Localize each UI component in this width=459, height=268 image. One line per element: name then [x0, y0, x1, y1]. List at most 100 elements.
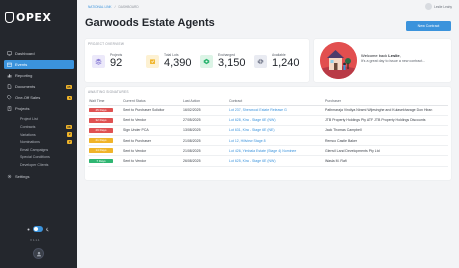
column-header[interactable]: Contract — [228, 98, 324, 106]
welcome-title: Welcome back Leslie, — [361, 53, 401, 58]
wait-cell: 7 Days — [88, 155, 122, 167]
stat-value: 3,150 — [218, 57, 246, 69]
table-row[interactable]: 45 Days Sent to Purchaser Solicitor 16/0… — [88, 105, 448, 116]
gear-icon — [7, 174, 12, 179]
user-avatar-small — [425, 3, 433, 10]
sidebar-item-documents[interactable]: Documents 35 — [4, 82, 74, 91]
card-label: AWAITING SIGNATURES — [88, 90, 129, 94]
sidebar-item-one-off-sales[interactable]: One-Off Sales 5 — [4, 93, 74, 102]
sidebar-subitem-project-list[interactable]: Project List — [4, 116, 74, 124]
sidebar-subitem-label: Special Conditions — [20, 155, 50, 160]
status-cell: Sent to Vendor — [122, 155, 182, 167]
sidebar-subitem-developer-clients[interactable]: Developer Clients — [4, 161, 74, 169]
column-header[interactable]: Wait Time — [88, 98, 122, 106]
contract-link[interactable]: Lot 237, Sherwood Estate Release G — [228, 105, 324, 116]
contract-link[interactable]: Lot 12, Hillview Stage 8 — [228, 135, 324, 147]
stat-value: 4,390 — [164, 57, 192, 69]
sidebar-item-events[interactable]: Events — [4, 60, 74, 70]
wait-time-badge: 14 Days — [89, 148, 113, 154]
sidebar-subitem-variations[interactable]: Variations 2 — [4, 131, 74, 139]
contract-link[interactable]: Lot 628, Kira - Stage 6E (NW) — [228, 115, 324, 126]
sidebar-item-label: Settings — [15, 173, 30, 179]
wait-cell: 45 Days — [88, 105, 122, 116]
contract-link[interactable]: Lot 625, Kira - Stage 6E (NW) — [228, 155, 324, 167]
wait-cell: 29 Days — [88, 125, 122, 137]
sidebar-subitem-email-campaigns[interactable]: Email Campaigns — [4, 146, 74, 154]
purchaser-cell: Glenvil Land Developments Pty Ltd — [324, 145, 448, 157]
breadcrumb-current: DASHBOARD — [118, 5, 139, 9]
last-action-cell: 26/08/2025 — [182, 155, 228, 167]
sidebar-item-label: Dashboard — [15, 51, 35, 56]
purchaser-cell: Jack Thomas Campbell — [324, 125, 448, 137]
last-action-cell: 27/05/2025 — [182, 115, 228, 126]
contract-link[interactable]: Lot 631, Kira - Stage 6E (NE) — [228, 125, 324, 137]
breadcrumb: NATIONAL LINK / DASHBOARD — [88, 5, 139, 9]
contracts-count-badge: 38 — [65, 124, 72, 130]
stat-value: 92 — [110, 57, 123, 69]
welcome-house-illustration — [320, 42, 357, 79]
user-name: Leslie Leahy — [434, 4, 452, 9]
sidebar-item-projects[interactable]: Projects — [4, 104, 74, 113]
table-row[interactable]: 29 Days Sign Under PCA 13/08/2025 Lot 63… — [88, 125, 448, 137]
status-cell: Sent to Purchaser Solicitor — [122, 105, 182, 116]
status-cell: Sent to Purchaser — [122, 135, 182, 147]
sidebar-item-reporting[interactable]: Reporting — [4, 71, 74, 80]
sidebar-subitem-label: Contracts — [20, 124, 36, 129]
user-icon — [36, 251, 41, 256]
brand-name: OPEX — [16, 11, 52, 24]
sidebar-item-settings[interactable]: Settings — [4, 172, 74, 181]
sidebar-subitem-nominations[interactable]: Nominations 7 — [4, 138, 74, 146]
purchaser-cell: JTB Property Holdings Pty ATF JTB Proper… — [324, 115, 448, 126]
wait-time-badge: 45 Days — [89, 107, 113, 113]
last-action-cell: 16/02/2025 — [182, 105, 228, 116]
sidebar-subitem-label: Developer Clients — [20, 162, 49, 167]
wait-time-badge: 21 Days — [89, 138, 113, 144]
one-off-sales-count-badge: 5 — [67, 95, 72, 101]
new-contract-button[interactable]: New Contract — [406, 21, 451, 31]
building-icon — [7, 106, 12, 112]
table-header-row: Wait Time Current Status Last Action Con… — [88, 98, 448, 106]
contract-link[interactable]: Lot 426, Yimbala Estate (Stage 4) Nomine… — [228, 145, 324, 157]
sidebar-subitem-contracts[interactable]: Contracts 38 — [4, 123, 74, 131]
sidebar-subitem-label: Project List — [20, 117, 38, 122]
purchaser-cell: Wasla M. Rafi — [324, 155, 448, 167]
sun-icon — [27, 228, 30, 230]
table-row[interactable]: 21 Days Sent to Purchaser 21/08/2025 Lot… — [88, 135, 448, 147]
theme-toggle-track[interactable] — [33, 226, 43, 232]
card-label: PROJECT OVERVIEW — [88, 42, 125, 46]
document-icon — [7, 84, 12, 90]
awaiting-signatures-card: AWAITING SIGNATURES Wait Time Current St… — [85, 87, 451, 180]
purchaser-cell: Pathmaraja Vindiya Nirami Wijesinghe and… — [324, 105, 448, 116]
user-menu[interactable]: Leslie Leahy — [425, 3, 452, 10]
sidebar-subitem-special-conditions[interactable]: Special Conditions — [4, 154, 74, 162]
table-row[interactable]: 32 Days Sent to Vendor 27/05/2025 Lot 62… — [88, 115, 448, 126]
column-header[interactable]: Purchaser — [324, 98, 448, 106]
calendar-icon — [7, 62, 12, 67]
logo[interactable]: OPEX — [5, 11, 51, 24]
theme-toggle[interactable] — [26, 226, 50, 232]
main-content: NATIONAL LINK / DASHBOARD Leslie Leahy G… — [77, 0, 459, 268]
breadcrumb-link[interactable]: NATIONAL LINK — [88, 5, 112, 9]
sidebar-item-label: Documents — [15, 84, 36, 90]
user-avatar[interactable] — [33, 248, 44, 259]
theme-toggle-knob — [33, 226, 39, 232]
sidebar-item-dashboard[interactable]: Dashboard — [4, 49, 74, 58]
sidebar-nav: Dashboard Events Reporting Documents 35 … — [4, 49, 74, 183]
wait-cell: 32 Days — [88, 115, 122, 126]
column-header[interactable]: Current Status — [122, 98, 182, 106]
wait-time-badge: 32 Days — [89, 117, 113, 123]
breadcrumb-separator: / — [114, 5, 116, 9]
exchange-icon — [200, 54, 213, 68]
table-row[interactable]: 7 Days Sent to Vendor 26/08/2025 Lot 625… — [88, 155, 448, 167]
app-version: V 1.1.1 — [30, 238, 40, 242]
sidebar-subitem-label: Email Campaigns — [20, 147, 49, 152]
variations-count-badge: 2 — [67, 132, 72, 137]
signatures-table: Wait Time Current Status Last Action Con… — [88, 98, 448, 167]
wait-cell: 21 Days — [88, 135, 122, 147]
welcome-subtitle: It's a great day to issue a new contract… — [361, 59, 426, 63]
wait-time-badge: 7 Days — [89, 158, 113, 164]
status-cell: Sent to Vendor — [122, 145, 182, 157]
table-row[interactable]: 14 Days Sent to Vendor 21/08/2025 Lot 42… — [88, 145, 448, 157]
wait-cell: 14 Days — [88, 145, 122, 157]
column-header[interactable]: Last Action — [182, 98, 228, 106]
